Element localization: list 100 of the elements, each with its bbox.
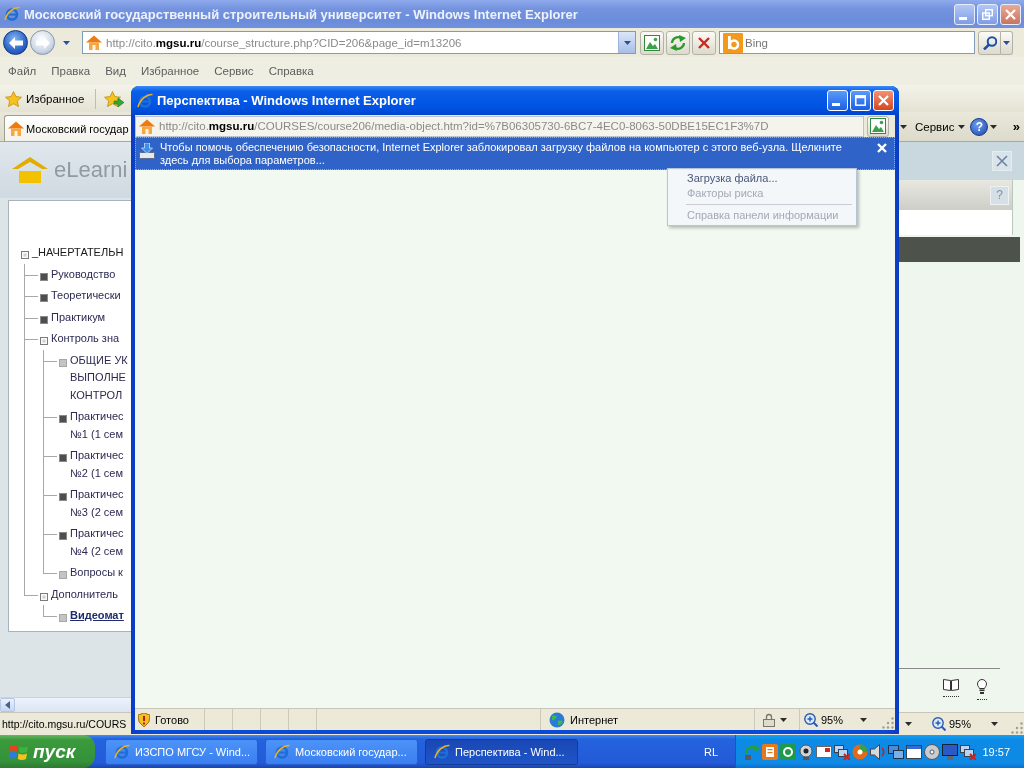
close-icon — [878, 95, 889, 106]
hint-button[interactable] — [977, 679, 987, 700]
minimize-icon — [959, 16, 967, 20]
maximize-button[interactable] — [850, 90, 871, 111]
tree-toggle-icon[interactable] — [40, 337, 48, 345]
caret-icon[interactable] — [63, 40, 70, 45]
back-button[interactable] — [3, 30, 28, 55]
tree-toggle-icon[interactable] — [40, 272, 48, 281]
zoom-icon — [804, 712, 818, 727]
browser-tab[interactable]: Московский государ — [4, 115, 131, 141]
compatibility-view-button[interactable] — [640, 30, 664, 55]
tree-toggle-icon[interactable] — [21, 251, 29, 259]
tree-toggle-icon[interactable] — [40, 592, 48, 601]
stop-button[interactable] — [692, 30, 716, 55]
caret-icon — [958, 124, 966, 129]
speaker-icon[interactable] — [870, 743, 886, 760]
search-button[interactable] — [978, 30, 1001, 55]
menu-item[interactable]: Правка — [51, 65, 91, 77]
roof-icon — [12, 157, 48, 183]
menu-item[interactable]: Справка — [268, 65, 314, 77]
zoom-button[interactable]: 95% — [932, 717, 972, 731]
tree-item[interactable]: Теоретически — [51, 287, 121, 305]
address-field[interactable]: http://cito.mgsu.ru/COURSES/course206/media-object.htm?id=%7B06305730-6BC7-4EC0-8063-50DBE15EC1F3%7D — [135, 115, 864, 137]
zoom-button[interactable]: 95% — [804, 712, 844, 727]
menu-item[interactable]: Избранное — [140, 65, 200, 77]
menu-item[interactable]: Вид — [105, 65, 126, 77]
lightbulb-icon — [977, 679, 987, 694]
caret-icon[interactable] — [860, 717, 868, 722]
tree-item[interactable]: Практикум — [51, 308, 106, 326]
shield-icon — [138, 712, 150, 727]
tree-item[interactable]: _НАЧЕРТАТЕЛЬН — [32, 244, 124, 262]
disc-icon[interactable] — [924, 743, 940, 760]
menu-item[interactable]: Загрузка файла... — [670, 171, 854, 186]
taskbar-button[interactable]: Перспектива - Wind... — [425, 738, 578, 765]
caret-icon[interactable] — [780, 717, 787, 722]
window-icon[interactable] — [906, 743, 922, 760]
close-button[interactable] — [1000, 3, 1021, 25]
status-text: http://cito.mgsu.ru/COURS — [1, 718, 128, 730]
minimize-button[interactable] — [954, 3, 975, 25]
book-button[interactable] — [943, 679, 959, 697]
tree-item[interactable]: Практичес №4 (2 сем — [70, 525, 124, 560]
resize-grip-icon — [1011, 722, 1023, 734]
card-icon[interactable] — [816, 743, 832, 760]
document-icon[interactable] — [762, 743, 778, 760]
help-button[interactable]: ? — [970, 117, 989, 136]
house-icon — [8, 121, 24, 136]
tree-item[interactable]: Практичес №3 (2 сем — [70, 486, 124, 521]
info-bar-message[interactable]: Чтобы помочь обеспечению безопасности, Internet Explorer заблокировал загрузку файлов на компьютер с этого веб-узла. Щелкните здесь для выбора параметров... — [160, 141, 872, 167]
resize-grip-icon — [882, 717, 894, 729]
tree-item[interactable]: Вопросы к — [70, 564, 123, 582]
tree-toggle-icon[interactable] — [40, 315, 48, 324]
tools-button[interactable]: Сервис — [915, 115, 966, 138]
tree-item[interactable]: Дополнитель — [51, 585, 118, 603]
arrow-left-icon — [8, 36, 23, 49]
more-button[interactable]: » — [1012, 119, 1020, 134]
caret-icon[interactable] — [900, 124, 907, 129]
horizontal-scrollbar[interactable] — [0, 697, 131, 712]
refresh-button[interactable] — [666, 30, 690, 55]
monitor-icon[interactable] — [942, 743, 958, 760]
minimize-icon — [832, 103, 840, 106]
browser-icon — [274, 743, 290, 760]
caret-icon[interactable] — [990, 124, 998, 129]
compatibility-view-button[interactable] — [867, 115, 889, 137]
tree-item[interactable]: ОБЩИЕ УК ВЫПОЛНЕ КОНТРОЛ — [70, 351, 128, 404]
restore-button[interactable] — [977, 3, 998, 25]
scroll-left-button[interactable] — [0, 698, 15, 712]
window-title: Перспектива - Windows Internet Explorer — [157, 93, 417, 108]
address-field[interactable]: http://cito.mgsu.ru/course_structure.php?CID=206&page_id=m13206 — [82, 31, 636, 54]
menu-item[interactable]: Сервис — [214, 65, 254, 77]
tree-item[interactable]: Видеомат — [70, 607, 124, 625]
tree-toggle-icon[interactable] — [59, 493, 67, 501]
webcam-icon[interactable] — [798, 743, 814, 760]
caret-icon[interactable] — [991, 722, 999, 726]
tree-item[interactable]: Контроль зна — [51, 330, 120, 348]
tree-item[interactable]: Руководство — [51, 265, 116, 283]
arrow-left-icon — [5, 701, 10, 709]
address-dropdown-button[interactable] — [618, 32, 635, 53]
tree-toggle-icon[interactable] — [59, 454, 67, 462]
tree-item[interactable]: Практичес №2 (1 сем — [70, 447, 124, 482]
monitors-icon[interactable] — [888, 743, 904, 760]
network-alert-icon[interactable] — [960, 743, 976, 760]
menu-item[interactable]: Файл — [8, 65, 37, 77]
tree-toggle-icon[interactable] — [59, 415, 67, 423]
globe-icon — [549, 711, 565, 728]
browser-icon — [4, 6, 20, 22]
ring-icon[interactable] — [780, 743, 796, 760]
search-field[interactable]: Bing — [719, 31, 975, 54]
lock-icon[interactable] — [763, 712, 775, 727]
start-button[interactable]: пуск — [0, 735, 95, 768]
tree-item[interactable]: Практичес №1 (1 сем — [70, 408, 124, 443]
favorites-button[interactable]: Избранное — [3, 87, 87, 110]
close-button[interactable] — [992, 151, 1012, 171]
search-options-button[interactable] — [1001, 30, 1013, 55]
tree-toggle-icon[interactable] — [40, 294, 48, 302]
language-indicator[interactable]: RL — [703, 745, 718, 758]
pie-icon[interactable] — [852, 743, 868, 760]
caret-icon[interactable] — [905, 722, 912, 726]
zone-label: Интернет — [570, 713, 618, 726]
tree-toggle-icon[interactable] — [59, 532, 67, 540]
network-alert-icon[interactable] — [834, 743, 850, 760]
